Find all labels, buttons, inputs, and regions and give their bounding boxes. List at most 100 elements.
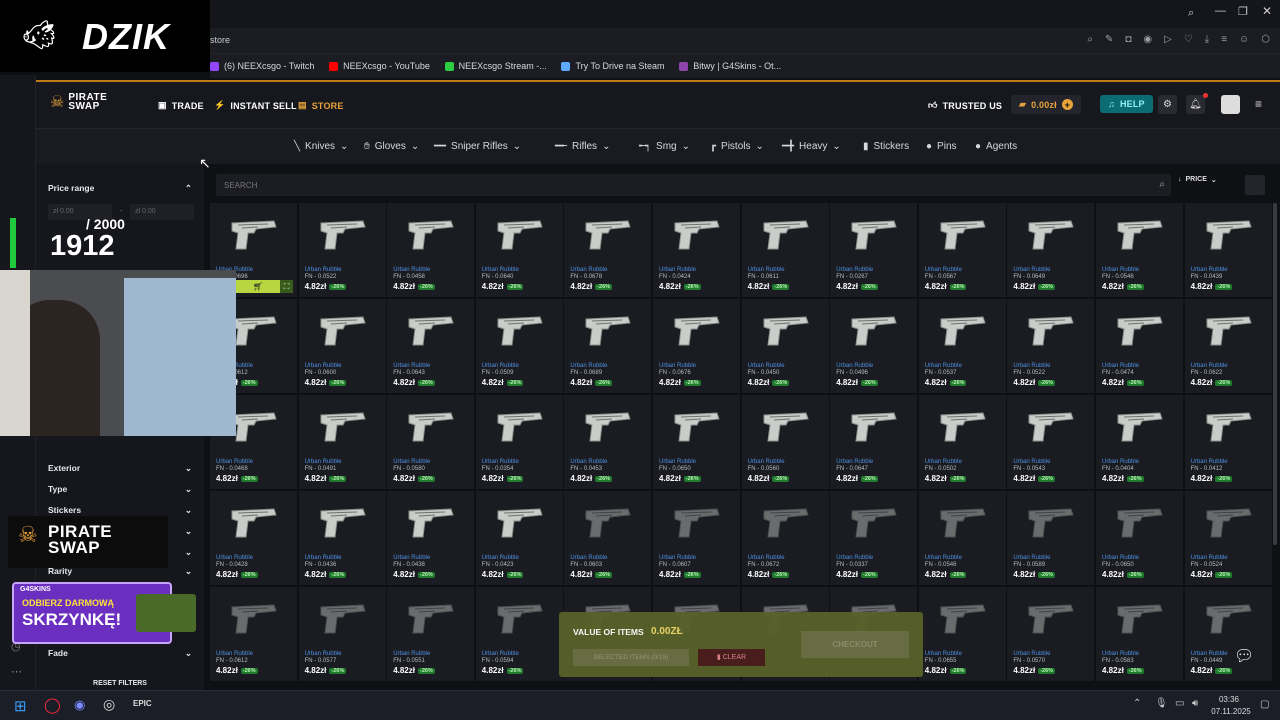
camera-icon[interactable]: ◘: [1125, 34, 1131, 45]
discord-icon[interactable]: ◉: [74, 697, 85, 713]
item-card[interactable]: Urban Rubble FN - 0.0589 4.82zł -26%: [1007, 491, 1095, 585]
item-card[interactable]: Urban Rubble FN - 0.0496 4.82zł -26%: [830, 299, 918, 393]
item-card[interactable]: Urban Rubble FN - 0.0404 4.82zł -26%: [1096, 395, 1183, 489]
category-knives[interactable]: ╲ Knives ⌄: [294, 141, 348, 152]
volume-icon[interactable]: 🔊︎: [1192, 698, 1198, 709]
clear-button[interactable]: ▮ CLEAR: [698, 649, 765, 666]
item-card[interactable]: Urban Rubble FN - 0.0607 4.82zł -26%: [653, 491, 740, 585]
filter-stickers[interactable]: Stickers ⌄: [48, 505, 192, 516]
help-button[interactable]: ♫ HELP: [1100, 95, 1153, 113]
search-icon[interactable]: ⌕: [1159, 179, 1165, 190]
avatar[interactable]: [1221, 95, 1240, 114]
item-card[interactable]: Urban Rubble FN - 0.0551 4.82zł -26%: [387, 587, 475, 681]
bookmark-steam[interactable]: Try To Drive na Steam: [561, 54, 665, 78]
item-card[interactable]: Urban Rubble FN - 0.0502 4.82zł -26%: [918, 395, 1006, 489]
item-card[interactable]: Urban Rubble FN - 0.0672 4.82zł -26%: [741, 491, 829, 585]
bookmark-g4skins[interactable]: Bitwy | G4Skins - Ot...: [679, 54, 781, 78]
edit-icon[interactable]: ✎: [1105, 34, 1113, 45]
item-card[interactable]: Urban Rubble FN - 0.0647 4.82zł -26%: [830, 395, 918, 489]
category-pins[interactable]: ● Pins: [926, 141, 957, 152]
network-icon[interactable]: ▭: [1175, 698, 1184, 709]
item-card[interactable]: Urban Rubble FN - 0.0424 4.82zł -26%: [653, 203, 740, 297]
settings-button[interactable]: ⚙: [1158, 95, 1177, 114]
extension-icon[interactable]: ⬡: [1261, 34, 1270, 45]
item-card[interactable]: Urban Rubble FN - 0.0577 4.82zł -26%: [298, 587, 386, 681]
item-card[interactable]: Urban Rubble FN - 0.0412 4.82zł -26%: [1184, 395, 1272, 489]
price-range-header[interactable]: Price range ⌃: [48, 183, 192, 194]
address-text[interactable]: store: [210, 35, 230, 45]
item-card[interactable]: Urban Rubble FN - 0.0509 4.82zł -26%: [475, 299, 563, 393]
maximize-button[interactable]: ❐: [1238, 5, 1248, 18]
menu-icon[interactable]: ≡: [1249, 95, 1268, 114]
steam-icon[interactable]: ◎: [103, 696, 115, 713]
address-bar[interactable]: store ⌕ ✎ ◘ ◉ ▷ ♡ ⤓ ≡ ☺ ⬡: [210, 28, 1280, 54]
item-card[interactable]: Urban Rubble FN - 0.0449 4.82zł -26%: [1184, 587, 1272, 681]
item-card[interactable]: Urban RubbleFN - 0.0612 4.82zł-26%: [210, 587, 297, 681]
mic-icon[interactable]: 🎙︎: [1155, 698, 1168, 709]
clock-date[interactable]: 07.11.2025: [1211, 707, 1251, 716]
item-card[interactable]: Urban Rubble FN - 0.0676 4.82zł -26%: [653, 299, 740, 393]
item-card[interactable]: Urban Rubble FN - 0.0491 4.82zł -26%: [298, 395, 386, 489]
filter-type[interactable]: Type ⌄: [48, 484, 192, 495]
checkout-button[interactable]: CHECKOUT: [801, 631, 909, 658]
minimize-button[interactable]: —: [1215, 5, 1226, 17]
item-card[interactable]: Urban Rubble FN - 0.0354 4.82zł -26%: [475, 395, 563, 489]
nav-store[interactable]: ▤ STORE: [298, 100, 344, 111]
reset-filters-button[interactable]: RESET FILTERS: [48, 680, 192, 687]
shield-icon[interactable]: ◉: [1143, 34, 1152, 45]
more-icon[interactable]: ⋯: [11, 665, 22, 678]
item-card[interactable]: Urban Rubble FN - 0.0267 4.82zł -26%: [830, 203, 918, 297]
add-to-cart-button[interactable]: 🛒︎: [236, 280, 280, 293]
search-icon[interactable]: ⌕: [1188, 7, 1194, 20]
filter-fade[interactable]: Fade ⌄: [48, 648, 192, 659]
item-card[interactable]: Urban Rubble FN - 0.0546 4.82zł -26%: [918, 491, 1006, 585]
heart-icon[interactable]: ♡: [1184, 34, 1193, 45]
bookmark-twitch[interactable]: (6) NEEXcsgo - Twitch: [210, 54, 314, 78]
app-logo[interactable]: ☠ PIRATE SWAP: [50, 92, 107, 112]
category-smg[interactable]: ╾┑ Smg ⌄: [639, 141, 690, 152]
item-card[interactable]: Urban Rubble FN - 0.0622 4.82zł -26%: [1184, 299, 1272, 393]
balance-button[interactable]: ▰ 0.00zł +: [1011, 95, 1081, 114]
item-card[interactable]: Urban Rubble FN - 0.0436 4.82zł -26%: [298, 491, 386, 585]
add-funds-icon[interactable]: +: [1061, 99, 1073, 110]
windows-start-icon[interactable]: ⊞: [14, 697, 27, 715]
item-card[interactable]: Urban Rubble FN - 0.0583 4.82zł -26%: [1096, 587, 1183, 681]
opera-icon[interactable]: ◯: [44, 696, 61, 714]
item-card[interactable]: Urban Rubble FN - 0.0546 4.82zł -26%: [1096, 203, 1183, 297]
item-card[interactable]: Urban Rubble FN - 0.0603 4.82zł -26%: [564, 491, 652, 585]
bookmark-youtube[interactable]: NEEXcsgo - YouTube: [329, 54, 430, 78]
item-card[interactable]: Urban Rubble FN - 0.0650 4.82zł -26%: [1096, 491, 1183, 585]
category-pistols[interactable]: ┏ Pistols ⌄: [710, 141, 764, 152]
filter-exterior[interactable]: Exterior ⌄: [48, 463, 192, 474]
item-card[interactable]: Urban Rubble FN - 0.0611 4.82zł -26%: [741, 203, 829, 297]
item-card[interactable]: Urban Rubble FN - 0.0678 4.82zł -26%: [564, 203, 652, 297]
item-card[interactable]: Urban Rubble FN - 0.0450 4.82zł -26%: [741, 299, 829, 393]
notification-icon[interactable]: ▢: [1260, 699, 1269, 710]
nav-trade[interactable]: ▣ TRADE: [158, 100, 204, 111]
bookmark-stream[interactable]: NEEXcsgo Stream -...: [444, 54, 547, 78]
item-card[interactable]: Urban Rubble FN - 0.0438 4.82zł -26%: [387, 491, 475, 585]
item-card[interactable]: Urban Rubble FN - 0.0560 4.82zł -26%: [741, 395, 829, 489]
filter-toggle-button[interactable]: [1245, 175, 1265, 195]
epic-games-icon[interactable]: EPIC: [133, 699, 152, 708]
download-icon[interactable]: ⤓: [1205, 34, 1209, 45]
category-sniper-rifles[interactable]: ━━ Sniper Rifles ⌄: [434, 141, 521, 152]
item-card[interactable]: Urban Rubble FN - 0.0643 4.82zł -26%: [387, 299, 475, 393]
item-card[interactable]: Urban Rubble FN - 0.0580 4.82zł -26%: [387, 395, 475, 489]
item-card[interactable]: Urban Rubble FN - 0.0458 4.82zł -26%: [387, 203, 475, 297]
item-card[interactable]: Urban Rubble FN - 0.0453 4.82zł -26%: [564, 395, 652, 489]
item-card[interactable]: Urban Rubble FN - 0.0567 4.82zł -26%: [918, 203, 1006, 297]
item-card[interactable]: Urban Rubble FN - 0.0649 4.82zł -26%: [1007, 203, 1095, 297]
item-card[interactable]: Urban Rubble FN - 0.0543 4.82zł -26%: [1007, 395, 1095, 489]
item-card[interactable]: Urban Rubble FN - 0.0428 4.82zł -26%: [210, 491, 297, 585]
item-card[interactable]: Urban Rubble FN - 0.0522 4.82zł -26%: [298, 203, 386, 297]
item-card[interactable]: Urban Rubble FN - 0.0537 4.82zł -26%: [918, 299, 1006, 393]
nav-instant-sell[interactable]: ⚡ INSTANT SELL: [214, 100, 297, 111]
item-card[interactable]: Urban Rubble FN - 0.0522 4.82zł -26%: [1007, 299, 1095, 393]
profile-icon[interactable]: ☺: [1239, 34, 1249, 45]
item-card[interactable]: Urban Rubble FN - 0.0600 4.82zł -26%: [298, 299, 386, 393]
chevron-up-icon[interactable]: ⌃: [1133, 698, 1141, 709]
item-card[interactable]: Urban Rubble FN - 0.0570 4.82zł -26%: [1007, 587, 1095, 681]
item-card[interactable]: Urban Rubble FN - 0.0474 4.82zł -26%: [1096, 299, 1183, 393]
zoom-icon[interactable]: ⌕: [1087, 34, 1093, 45]
